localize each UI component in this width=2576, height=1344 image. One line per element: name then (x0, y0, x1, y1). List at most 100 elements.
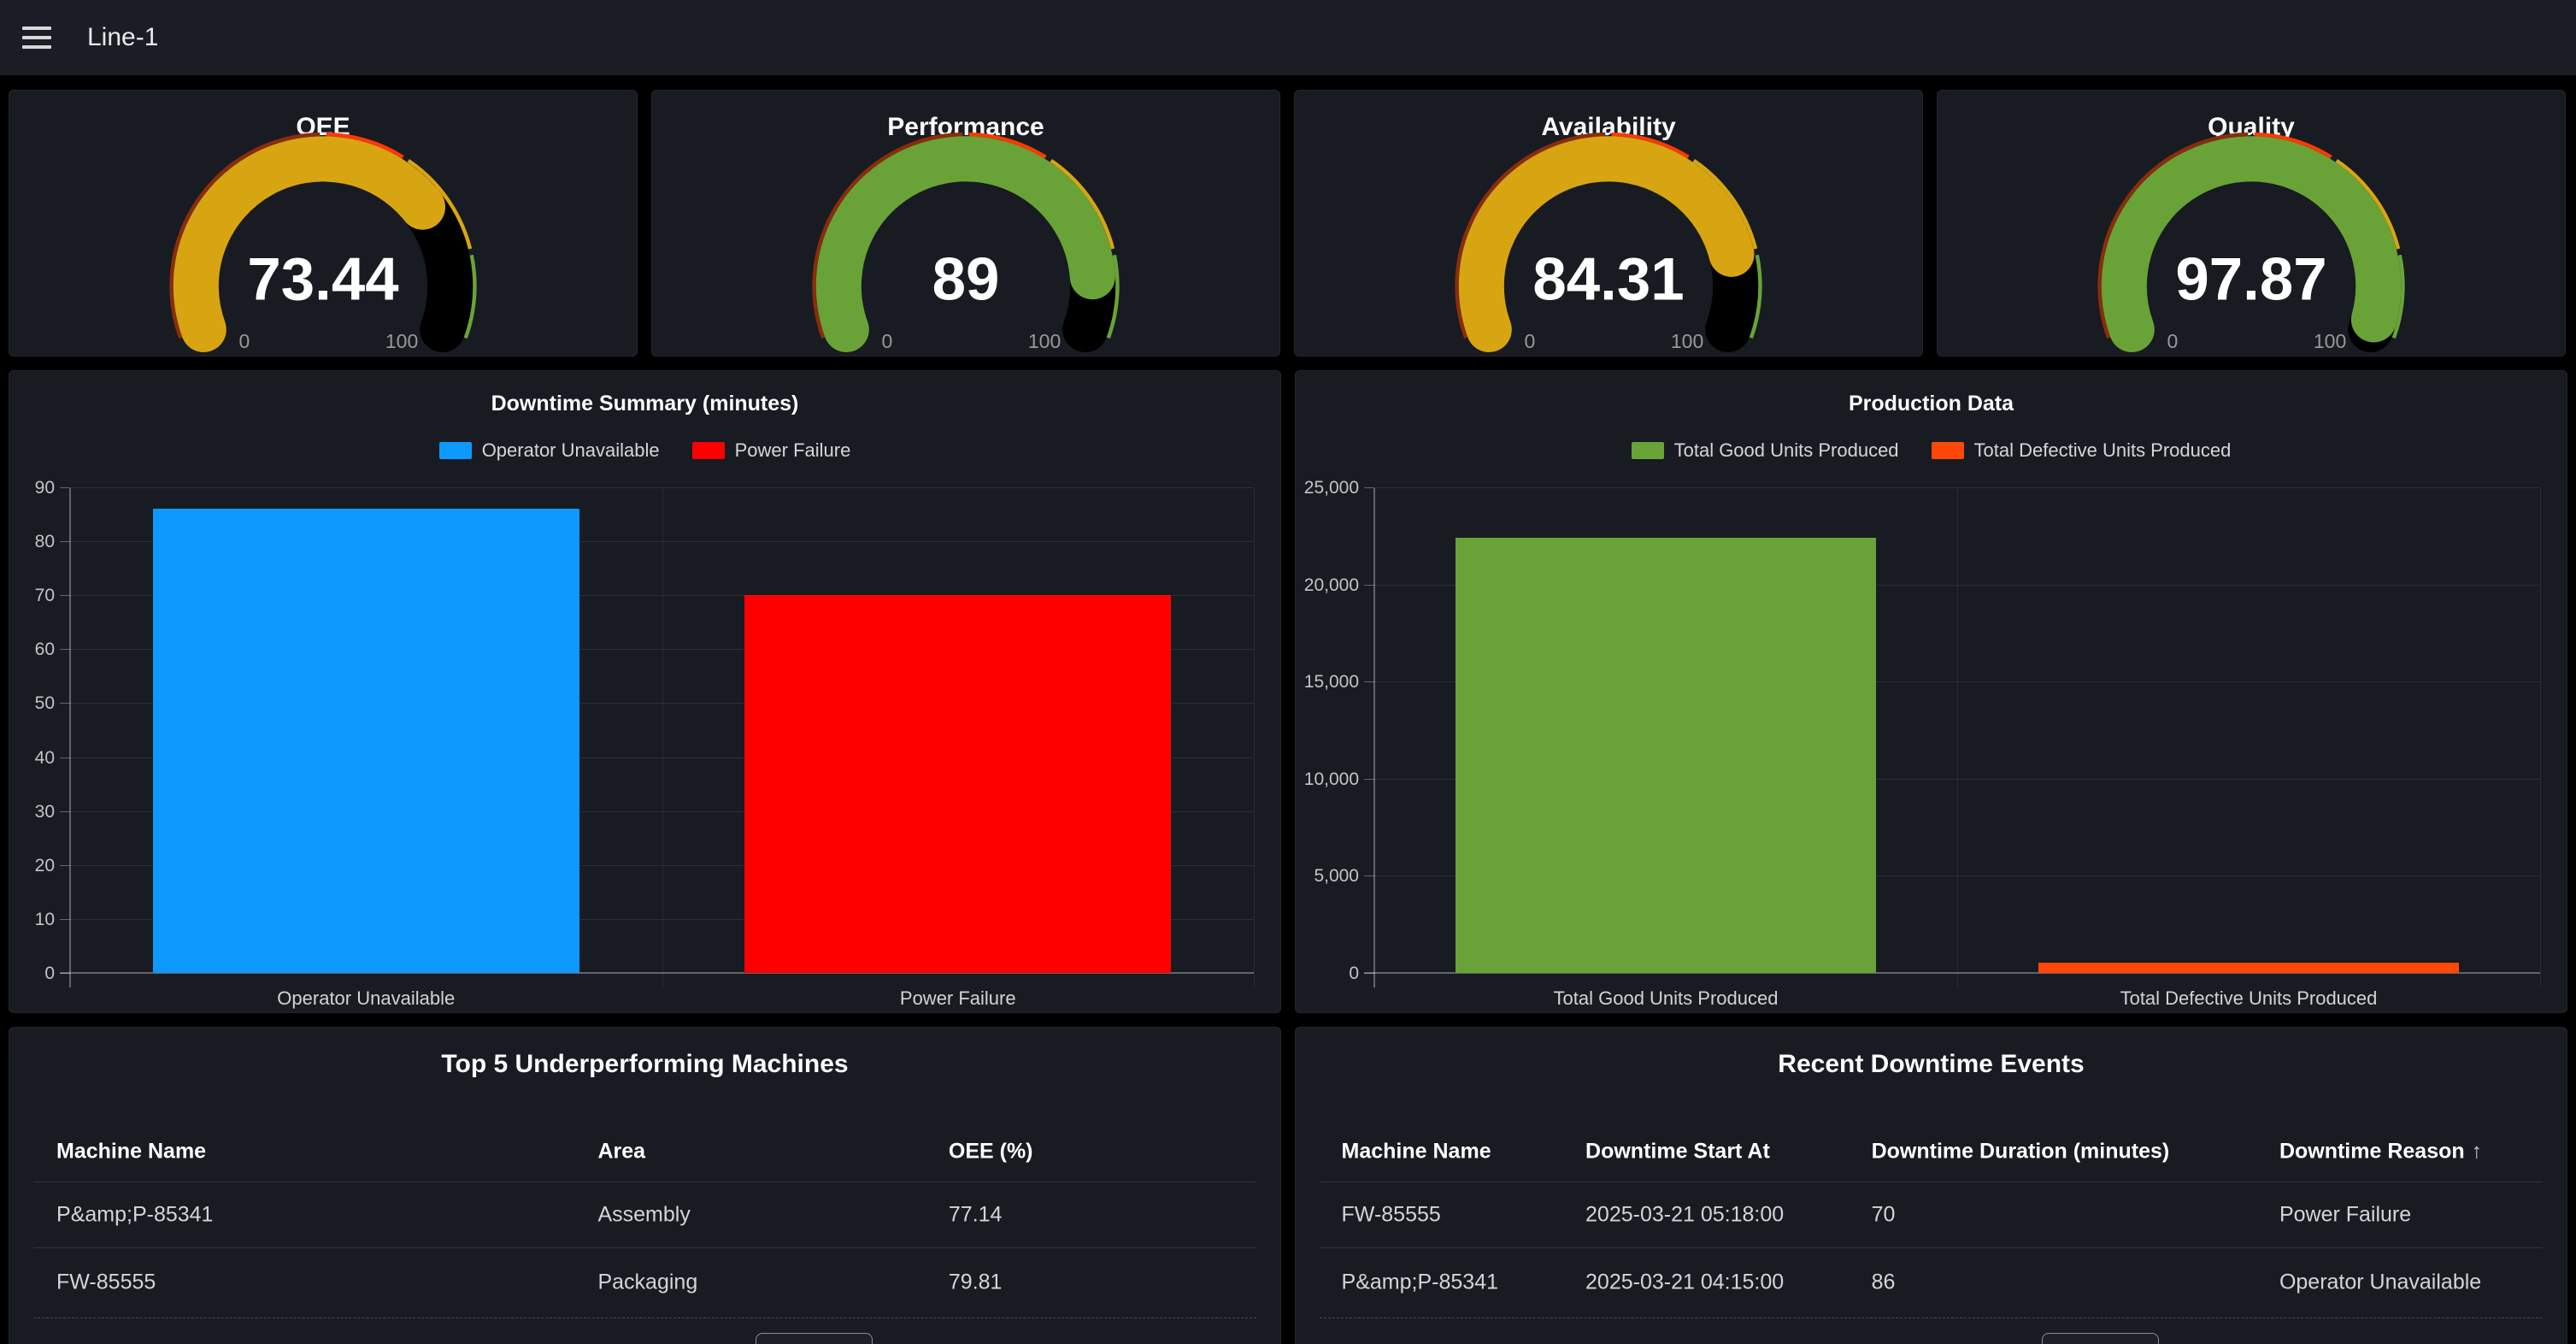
production-chart-plot: 05,00010,00015,00020,00025,000Total Good… (1374, 488, 2540, 974)
chart-legend: Operator Unavailable Power Failure (9, 439, 1280, 462)
gauge-value: 84.31 (1532, 246, 1684, 314)
y-axis-tick-label: 5,000 (1314, 866, 1359, 887)
table-cell: Operator Unavailable (2279, 1270, 2559, 1295)
sort-asc-icon: ↑ (2472, 1140, 2483, 1164)
table-cell: P&amp;P-85341 (1342, 1270, 1584, 1295)
chart-title: Downtime Summary (minutes) (9, 392, 1280, 416)
gauge-min-label: 0 (1525, 330, 1536, 352)
y-axis-tick-label: 0 (1349, 964, 1359, 984)
gauge-max-label: 100 (1671, 330, 1703, 352)
panel-downtime-summary: Downtime Summary (minutes) Operator Unav… (9, 370, 1281, 1013)
x-axis-category-label: Total Defective Units Produced (1957, 987, 2540, 1010)
category-separator (662, 488, 663, 987)
category-separator (2540, 488, 2541, 987)
table-cell: 86 (1872, 1270, 2266, 1295)
table-row: FW-85555Packaging 79.81 (9, 1247, 1280, 1317)
x-axis-category-label: Power Failure (662, 987, 1255, 1010)
table-header-row: Machine NameArea OEE (%) (9, 1122, 1280, 1182)
column-header[interactable]: Machine Name (1342, 1140, 1584, 1164)
y-axis-tick-label: 70 (35, 586, 55, 606)
legend-swatch (692, 442, 725, 459)
table-cell: FW-85555 (56, 1270, 591, 1295)
table-cell: 79.81 (949, 1270, 1267, 1295)
legend-item[interactable]: Operator Unavailable (439, 439, 660, 462)
table-row: P&amp;P-853412025-03-21 04:15:00 86 Operat… (1296, 1247, 2567, 1317)
gauge-min-label: 0 (239, 330, 250, 352)
y-axis-tick-label: 10,000 (1304, 769, 1359, 790)
gauge-arc: 0 100 73.44 (156, 132, 490, 356)
chart-title: Production Data (1296, 392, 2567, 416)
table-header-row: Machine NameDowntime Start At Downtime Du… (1296, 1122, 2567, 1182)
column-header[interactable]: Machine Name (56, 1140, 591, 1164)
panel-performance: Performance 010089 (651, 90, 1280, 357)
bar-0[interactable] (1456, 538, 1875, 973)
y-axis-tick-label: 15,000 (1304, 672, 1359, 693)
category-separator (1254, 488, 1255, 987)
y-axis-tick-label: 80 (35, 532, 55, 552)
gauge-arc: 010097.87 (2085, 132, 2418, 356)
y-axis-line (1373, 488, 1375, 987)
gauge-max-label: 100 (1028, 330, 1061, 352)
column-header[interactable]: Downtime Duration (minutes) (1872, 1140, 2266, 1164)
legend-swatch (439, 442, 472, 459)
table-cell: P&amp;P-85341 (56, 1202, 591, 1227)
gauge-quality: 010097.87 (1938, 132, 2565, 360)
legend-label: Operator Unavailable (482, 439, 660, 462)
gauge-value: 89 (932, 246, 1000, 314)
pagination-button[interactable] (2042, 1333, 2159, 1344)
legend-swatch (1932, 442, 1964, 459)
column-header[interactable]: Downtime Start At (1585, 1140, 1865, 1164)
panel-quality: Quality 010097.87 (1937, 90, 2566, 357)
hamburger-icon (22, 27, 51, 30)
hamburger-icon (22, 45, 51, 49)
table-cell: 2025-03-21 05:18:00 (1585, 1202, 1865, 1227)
column-header[interactable]: Downtime Reason↑ (2279, 1140, 2559, 1164)
menu-toggle-button[interactable] (22, 27, 51, 49)
downtime-chart-plot: 0102030405060708090Operator UnavailableP… (70, 488, 1254, 974)
gauge-arc: 0 100 84.31 (1442, 132, 1775, 356)
table-cell: 70 (1872, 1202, 2266, 1227)
gauge-min-label: 0 (882, 330, 893, 352)
bar-0[interactable] (153, 509, 579, 973)
table-cell: FW-85555 (1342, 1202, 1584, 1227)
column-header[interactable]: OEE (%) (949, 1140, 1267, 1164)
legend-item[interactable]: Power Failure (692, 439, 851, 462)
gauge-oee: 0 100 73.44 (9, 132, 637, 360)
legend-item[interactable]: Total Defective Units Produced (1932, 439, 2232, 462)
dashboard-title: Line-1 (87, 23, 158, 52)
legend-label: Power Failure (735, 439, 851, 462)
gauge-value: 73.44 (247, 246, 398, 314)
gauge-max-label: 100 (385, 330, 418, 352)
category-separator (1957, 488, 1958, 987)
hamburger-icon (22, 36, 51, 39)
panel-top5-underperforming: Top 5 Underperforming Machines Machine N… (9, 1027, 1281, 1344)
gauge-min-label: 0 (2167, 330, 2179, 352)
chart-legend: Total Good Units Produced Total Defective… (1296, 439, 2567, 462)
panel-recent-downtime-events: Recent Downtime Events Machine NameDownt… (1295, 1027, 2567, 1344)
legend-label: Total Good Units Produced (1674, 439, 1899, 462)
gauge-max-label: 100 (2314, 330, 2346, 352)
y-axis-tick-label: 25,000 (1304, 478, 1359, 498)
table-row: P&amp;P-85341Assembly77.14 (9, 1182, 1280, 1247)
pagination-button[interactable] (756, 1333, 873, 1344)
y-axis-tick-label: 60 (35, 640, 55, 660)
y-axis-tick-label: 20,000 (1304, 575, 1359, 596)
legend-swatch (1632, 442, 1664, 459)
panel-availability: Availability 010084.31 (1294, 90, 1923, 357)
x-axis-category-label: Total Good Units Produced (1374, 987, 1957, 1010)
gauge-performance: 0 100 89 (652, 132, 1279, 360)
table-bottom-divider (1320, 1317, 2543, 1319)
panel-oee: OEE 010073.44 (9, 90, 638, 357)
y-axis-tick-label: 40 (35, 748, 55, 769)
bar-1[interactable] (2038, 963, 2458, 973)
table-cell: Packaging (597, 1270, 940, 1295)
column-header[interactable]: Area (597, 1140, 940, 1164)
table-cell: 2025-03-21 04:15:00 (1585, 1270, 1865, 1295)
y-axis-tick-label: 20 (35, 856, 55, 876)
legend-item[interactable]: Total Good Units Produced (1632, 439, 1899, 462)
x-axis-category-label: Operator Unavailable (70, 987, 662, 1010)
table-bottom-divider (33, 1317, 1256, 1319)
bar-1[interactable] (744, 595, 1171, 973)
table-title: Recent Downtime Events (1296, 1050, 2567, 1079)
y-axis-tick-label: 10 (35, 910, 55, 930)
